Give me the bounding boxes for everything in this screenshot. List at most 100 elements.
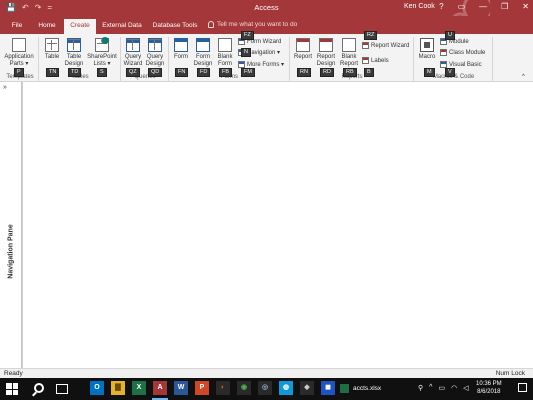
num-lock-indicator: Num Lock bbox=[495, 370, 525, 377]
excel-file-icon bbox=[340, 384, 349, 393]
access-app-icon[interactable]: A bbox=[153, 381, 167, 395]
table-design-icon bbox=[67, 38, 81, 52]
divider bbox=[289, 37, 290, 81]
blank-report-button[interactable]: Blank Report bbox=[338, 38, 360, 68]
form-icon bbox=[174, 38, 188, 52]
keytip-form-design: FD bbox=[197, 68, 211, 77]
blank-form-button[interactable]: Blank Form bbox=[215, 38, 235, 68]
title-bar: 💾 ↶ ↷ = Access Ken Cook ? ▭ — ❐ ✕ bbox=[0, 0, 533, 32]
document-workspace bbox=[22, 82, 533, 368]
more-forms-label: More Forms ▾ bbox=[247, 62, 285, 68]
blank-report-icon bbox=[342, 38, 356, 52]
application-parts-label: Application Parts ▾ bbox=[4, 54, 34, 67]
collapse-ribbon-icon[interactable]: ^ bbox=[522, 74, 525, 80]
teamviewer-app-icon[interactable]: ◍ bbox=[279, 381, 293, 395]
query-wizard-button[interactable]: Query Wizard bbox=[122, 38, 144, 68]
divider bbox=[168, 37, 169, 81]
tab-database-tools[interactable]: Database Tools bbox=[150, 19, 200, 34]
more-forms-icon bbox=[238, 61, 245, 68]
tab-create[interactable]: Create bbox=[64, 19, 96, 34]
powerpoint-app-icon[interactable]: P bbox=[195, 381, 209, 395]
taskbar-excel-file[interactable]: accts.xlsx bbox=[340, 384, 381, 393]
volume-icon[interactable]: ◁ bbox=[463, 384, 468, 392]
user-name[interactable]: Ken Cook bbox=[404, 3, 435, 10]
keytip-module: U bbox=[445, 31, 455, 40]
keytip-report: RN bbox=[297, 68, 311, 77]
navigation-pane-label[interactable]: Navigation Pane bbox=[8, 208, 15, 296]
word-app-icon[interactable]: W bbox=[174, 381, 188, 395]
clock-time: 10:36 PM bbox=[476, 381, 502, 387]
restore-icon[interactable]: ❐ bbox=[501, 2, 508, 11]
query-design-button[interactable]: Query Design bbox=[144, 38, 166, 68]
tab-file[interactable]: File bbox=[6, 19, 28, 34]
lightbulb-icon bbox=[208, 21, 214, 28]
report-design-button[interactable]: Report Design bbox=[315, 38, 337, 68]
keytip-sharepoint: S bbox=[97, 68, 107, 77]
file-explorer-icon[interactable]: ▇ bbox=[111, 381, 125, 395]
form-button[interactable]: Form bbox=[171, 38, 191, 61]
taskbar-file-label: accts.xlsx bbox=[353, 385, 382, 392]
app-icon[interactable]: ◆ bbox=[300, 381, 314, 395]
report-label: Report bbox=[293, 54, 312, 60]
blank-form-label: Blank Form bbox=[217, 54, 233, 67]
app-icon[interactable]: ◎ bbox=[258, 381, 272, 395]
report-wizard-button[interactable]: Report Wizard bbox=[362, 42, 409, 49]
expand-navigation-icon[interactable]: » bbox=[3, 84, 7, 91]
keytip-labels: B bbox=[364, 68, 374, 77]
keytip-navigation: N bbox=[241, 48, 251, 57]
macro-label: Macro bbox=[418, 54, 436, 60]
table-design-button[interactable]: Table Design bbox=[63, 38, 85, 68]
tab-home[interactable]: Home bbox=[34, 19, 60, 34]
application-parts-button[interactable]: Application Parts ▾ bbox=[2, 38, 36, 68]
blank-form-icon bbox=[218, 38, 232, 52]
chrome-app-icon[interactable]: ◉ bbox=[237, 381, 251, 395]
clock[interactable]: 10:36 PM 8/6/2018 bbox=[476, 380, 502, 396]
keytip-blank-report: RB bbox=[343, 68, 357, 77]
tell-me-text: Tell me what you want to do bbox=[217, 21, 298, 28]
ribbon-display-icon[interactable]: ▭ bbox=[458, 2, 466, 11]
tab-external-data[interactable]: External Data bbox=[100, 19, 144, 34]
keytip-templates: P bbox=[14, 68, 24, 77]
report-design-icon bbox=[319, 38, 333, 52]
macro-icon bbox=[420, 38, 434, 52]
visual-basic-icon bbox=[440, 61, 447, 68]
table-icon bbox=[45, 38, 59, 52]
battery-icon[interactable]: ▭ bbox=[438, 384, 445, 392]
labels-label: Labels bbox=[371, 57, 389, 64]
minimize-icon[interactable]: — bbox=[479, 2, 487, 11]
people-icon[interactable]: ⚲ bbox=[418, 384, 423, 392]
visual-basic-button[interactable]: Visual Basic bbox=[440, 61, 482, 68]
search-icon[interactable] bbox=[34, 383, 44, 393]
more-forms-button[interactable]: More Forms ▾ bbox=[238, 61, 284, 68]
labels-button[interactable]: Labels bbox=[362, 57, 389, 64]
navigation-pane[interactable]: » Navigation Pane bbox=[0, 82, 22, 368]
macro-button[interactable]: Macro bbox=[416, 38, 438, 61]
sharepoint-lists-button[interactable]: SharePoint Lists ▾ bbox=[86, 37, 118, 68]
query-wizard-label: Query Wizard bbox=[123, 54, 143, 67]
show-hidden-icons-icon[interactable]: ^ bbox=[429, 384, 432, 392]
clock-date: 8/6/2018 bbox=[477, 389, 501, 395]
visual-basic-label: Visual Basic bbox=[449, 61, 482, 68]
class-module-button[interactable]: Class Module bbox=[440, 49, 485, 56]
windows-start-icon[interactable] bbox=[6, 383, 18, 395]
report-button[interactable]: Report bbox=[292, 38, 314, 61]
query-design-label: Query Design bbox=[145, 54, 165, 67]
table-button[interactable]: Table bbox=[41, 38, 63, 61]
task-view-icon[interactable] bbox=[56, 384, 68, 394]
window-controls: ? ▭ — ❐ ✕ bbox=[439, 2, 529, 11]
notifications-icon[interactable] bbox=[518, 383, 527, 392]
report-wizard-icon bbox=[362, 42, 369, 49]
keytip-blank-form: FB bbox=[219, 68, 233, 77]
status-bar: Ready Num Lock bbox=[0, 368, 533, 378]
tell-me-box[interactable]: Tell me what you want to do bbox=[208, 21, 297, 28]
form-design-button[interactable]: Form Design bbox=[193, 38, 213, 68]
excel-app-icon[interactable]: X bbox=[132, 381, 146, 395]
keytip-visual-basic: V bbox=[445, 68, 455, 77]
wifi-icon[interactable]: ◠ bbox=[451, 384, 457, 392]
close-icon[interactable]: ✕ bbox=[522, 2, 529, 11]
help-icon[interactable]: ? bbox=[439, 2, 443, 11]
keytip-table: TN bbox=[46, 68, 60, 77]
app-icon[interactable]: ◼ bbox=[321, 381, 335, 395]
firefox-app-icon[interactable]: ◐ bbox=[216, 381, 230, 395]
outlook-app-icon[interactable]: O bbox=[90, 381, 104, 395]
